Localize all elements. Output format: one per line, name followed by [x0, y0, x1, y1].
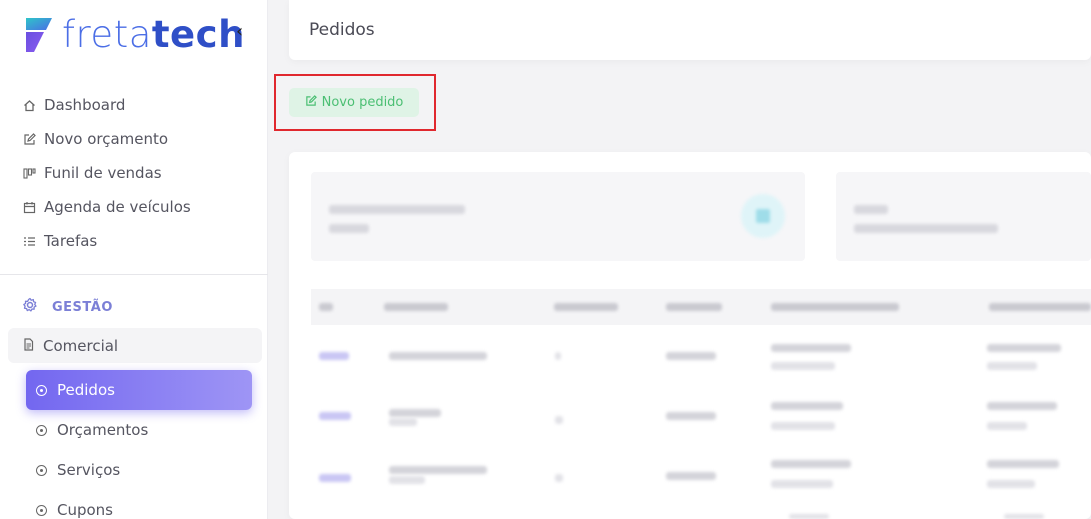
blurred-cell	[987, 422, 1027, 430]
blurred-cell	[771, 480, 833, 488]
sidebar-subitem-pedidos[interactable]: Pedidos	[26, 370, 252, 410]
blurred-cell	[789, 514, 829, 519]
gear-icon	[22, 297, 38, 317]
sidebar-item-label: Agenda de veículos	[44, 198, 191, 216]
sidebar-subitem-label: Cupons	[57, 501, 114, 519]
blurred-text	[854, 205, 888, 214]
sidebar-subitem-label: Orçamentos	[57, 421, 149, 439]
blurred-cell	[666, 472, 716, 480]
blurred-header	[554, 303, 618, 311]
sidebar-item-novo-orcamento[interactable]: Novo orçamento	[0, 122, 268, 156]
blurred-header	[319, 303, 333, 311]
blurred-cell	[389, 418, 417, 426]
file-icon	[22, 337, 35, 355]
chevron-left-icon[interactable]: ‹	[236, 23, 243, 41]
edit-icon	[22, 132, 36, 146]
sidebar-subitem-label: Serviços	[57, 461, 121, 479]
blurred-cell	[771, 460, 851, 468]
sidebar-group-label: Comercial	[43, 336, 119, 355]
blurred-cell	[987, 402, 1057, 410]
blurred-text	[329, 205, 465, 214]
blurred-cell	[771, 362, 835, 370]
blurred-cell	[389, 476, 425, 484]
funnel-icon	[22, 166, 36, 180]
blurred-cell	[319, 474, 351, 482]
sidebar-item-label: Novo orçamento	[44, 130, 169, 148]
sidebar-item-tarefas[interactable]: Tarefas	[0, 224, 268, 258]
stat-card	[836, 172, 1091, 261]
blurred-stat-icon	[741, 194, 785, 238]
stat-card	[311, 172, 805, 261]
table-header	[311, 289, 1091, 325]
logo-text-light: freta	[62, 12, 152, 56]
sidebar-subitem-orcamentos[interactable]: Orçamentos	[26, 410, 252, 450]
orders-card	[289, 152, 1091, 519]
main-nav: Dashboard Novo orçamento Funil de vendas…	[0, 88, 268, 258]
blurred-header	[989, 303, 1091, 311]
blurred-cell	[987, 460, 1059, 468]
sidebar-group-comercial[interactable]: Comercial	[8, 328, 262, 363]
logo[interactable]: fretatech	[22, 12, 245, 56]
blurred-cell	[771, 402, 843, 410]
blurred-header	[666, 303, 722, 311]
circle-icon	[36, 464, 47, 476]
home-icon	[22, 98, 36, 112]
new-order-button[interactable]: Novo pedido	[289, 88, 419, 117]
sidebar-subitem-servicos[interactable]: Serviços	[26, 450, 252, 490]
new-order-label: Novo pedido	[321, 95, 404, 110]
section-title-label: GESTÃO	[52, 299, 113, 315]
sidebar-item-dashboard[interactable]: Dashboard	[0, 88, 268, 122]
edit-icon	[305, 94, 317, 111]
list-icon	[22, 234, 36, 248]
logo-text: fretatech	[62, 16, 245, 53]
blurred-cell	[1004, 514, 1044, 519]
blurred-cell	[555, 474, 563, 482]
blurred-header	[771, 303, 899, 311]
blurred-cell	[555, 416, 563, 424]
sidebar-subitem-label: Pedidos	[57, 381, 115, 399]
circle-icon	[36, 384, 47, 396]
blurred-cell	[666, 352, 716, 360]
blurred-cell	[319, 352, 349, 360]
sidebar-item-funil-de-vendas[interactable]: Funil de vendas	[0, 156, 268, 190]
calendar-icon	[22, 200, 36, 214]
blurred-cell	[666, 412, 716, 420]
circle-icon	[36, 504, 47, 516]
sidebar-divider	[0, 274, 268, 275]
blurred-cell	[555, 352, 561, 360]
page-title: Pedidos	[309, 20, 375, 40]
sidebar: fretatech ‹ Dashboard Novo orçamento Fun…	[0, 0, 268, 519]
blurred-cell	[389, 352, 487, 360]
sidebar-item-label: Tarefas	[44, 232, 98, 250]
section-title-gestao: GESTÃO	[22, 296, 113, 318]
blurred-cell	[987, 344, 1061, 352]
blurred-text	[329, 224, 369, 233]
blurred-cell	[319, 412, 351, 420]
sidebar-item-agenda-de-veiculos[interactable]: Agenda de veículos	[0, 190, 268, 224]
logo-text-bold: tech	[151, 12, 245, 56]
blurred-cell	[987, 362, 1037, 370]
sidebar-subitem-cupons[interactable]: Cupons	[26, 490, 252, 519]
sidebar-item-label: Funil de vendas	[44, 164, 162, 182]
blurred-cell	[987, 480, 1035, 488]
blurred-cell	[771, 344, 851, 352]
page-header: Pedidos	[289, 0, 1091, 60]
blurred-header	[384, 303, 448, 311]
blurred-text	[854, 224, 998, 233]
sidebar-item-label: Dashboard	[44, 96, 126, 114]
logo-mark-icon	[22, 14, 56, 54]
circle-icon	[36, 424, 47, 436]
blurred-cell	[389, 409, 441, 417]
blurred-cell	[771, 422, 835, 430]
blurred-cell	[389, 466, 487, 474]
